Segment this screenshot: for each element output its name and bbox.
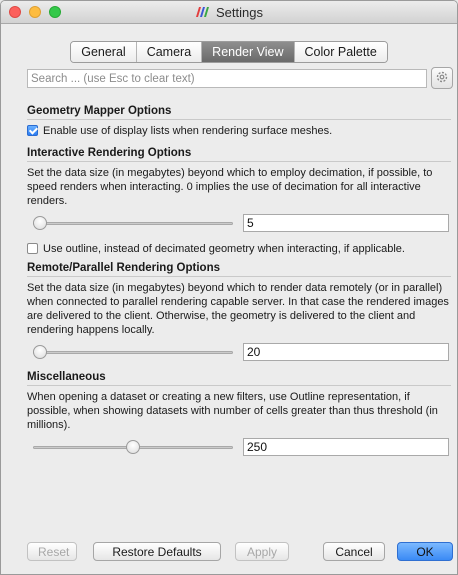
section-title-misc: Miscellaneous [27, 371, 451, 386]
restore-defaults-button[interactable]: Restore Defaults [93, 542, 221, 561]
window-title-area: Settings [1, 5, 457, 21]
gear-icon [435, 70, 449, 87]
section-title-remote: Remote/Parallel Rendering Options [27, 262, 451, 277]
use-outline-option[interactable]: Use outline, instead of decimated geomet… [27, 242, 451, 256]
interactive-threshold-row [27, 214, 451, 234]
misc-description: When opening a dataset or creating a new… [27, 391, 438, 431]
remote-threshold-row [27, 343, 451, 363]
section-title-geometry: Geometry Mapper Options [27, 105, 451, 120]
use-outline-label: Use outline, instead of decimated geomet… [43, 243, 405, 255]
search-input[interactable] [27, 69, 427, 88]
display-lists-checkbox[interactable] [27, 125, 38, 136]
title-bar: Settings [1, 1, 457, 24]
remote-slider-track[interactable] [33, 351, 233, 354]
misc-threshold-row [27, 438, 451, 458]
remote-slider-thumb[interactable] [33, 345, 47, 359]
tab-camera[interactable]: Camera [136, 42, 203, 62]
interactive-slider-track[interactable] [33, 222, 233, 225]
remote-description: Set the data size (in megabytes) beyond … [27, 282, 449, 336]
paraview-logo-icon [195, 6, 211, 21]
search-row [27, 67, 453, 89]
tab-bar-container: General Camera Render View Color Palette [1, 41, 457, 63]
advanced-settings-button[interactable] [431, 67, 453, 89]
window-title: Settings [216, 5, 263, 20]
tab-bar: General Camera Render View Color Palette [70, 41, 388, 63]
section-title-interactive: Interactive Rendering Options [27, 147, 451, 162]
reset-button[interactable]: Reset [27, 542, 77, 561]
interactive-description: Set the data size (in megabytes) beyond … [27, 167, 433, 207]
tab-general[interactable]: General [71, 42, 137, 62]
apply-button[interactable]: Apply [235, 542, 289, 561]
display-lists-label: Enable use of display lists when renderi… [43, 125, 333, 137]
tab-render-view[interactable]: Render View [202, 42, 295, 62]
misc-threshold-input[interactable] [243, 438, 449, 456]
settings-window: Settings General Camera Render View Colo… [0, 0, 458, 575]
ok-button[interactable]: OK [397, 542, 453, 561]
dialog-buttons: Reset Restore Defaults Apply Cancel OK [27, 542, 453, 562]
tab-color-palette[interactable]: Color Palette [294, 42, 387, 62]
interactive-slider-thumb[interactable] [33, 216, 47, 230]
display-lists-option[interactable]: Enable use of display lists when renderi… [27, 124, 451, 138]
cancel-button[interactable]: Cancel [323, 542, 385, 561]
remote-threshold-input[interactable] [243, 343, 449, 361]
settings-content: Geometry Mapper Options Enable use of di… [27, 105, 451, 458]
interactive-threshold-input[interactable] [243, 214, 449, 232]
use-outline-checkbox[interactable] [27, 243, 38, 254]
misc-slider-thumb[interactable] [126, 440, 140, 454]
